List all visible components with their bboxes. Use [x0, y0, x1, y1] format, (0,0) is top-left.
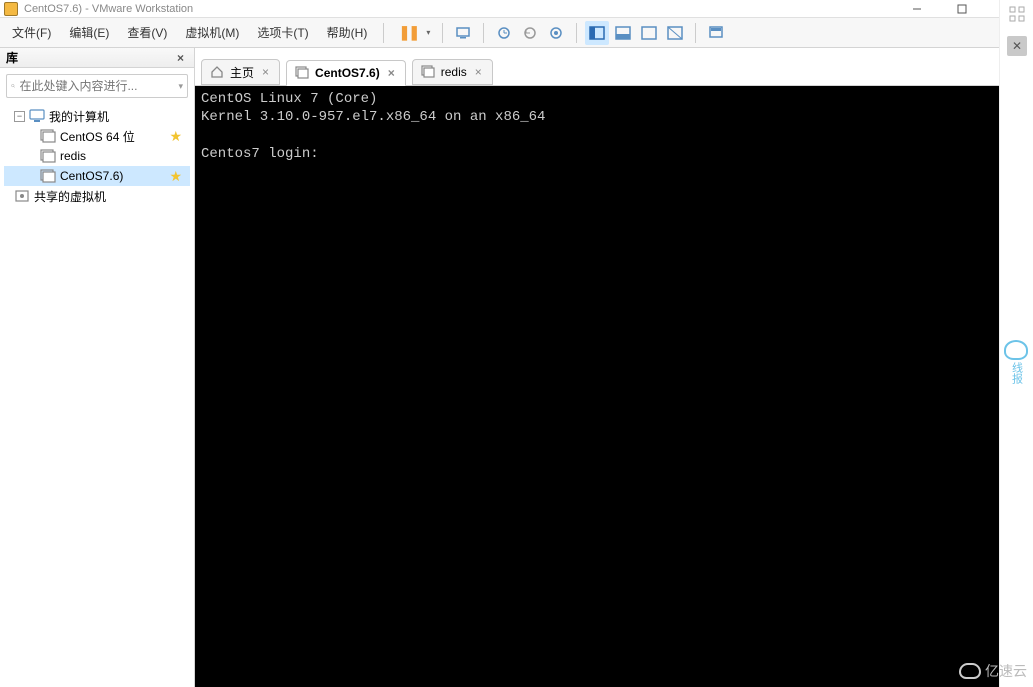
tabbar: 主页 × CentOS7.6) × redis ×: [195, 48, 1033, 86]
view-fullscreen-icon[interactable]: [637, 21, 661, 45]
panel-close-icon[interactable]: ✕: [1007, 36, 1027, 56]
menu-help[interactable]: 帮助(H): [319, 20, 376, 45]
sidebar-title: 库: [6, 49, 18, 66]
favorite-star-icon[interactable]: ★: [169, 128, 182, 145]
snapshot-revert-icon[interactable]: [518, 21, 542, 45]
tree-label: 共享的虚拟机: [34, 188, 106, 205]
search-box[interactable]: ▾: [6, 74, 188, 98]
vm-icon: [40, 149, 56, 163]
tab-label: 主页: [230, 64, 254, 81]
tree-shared-vms[interactable]: 共享的虚拟机: [4, 186, 190, 206]
main-area: 库 × ▾ − 我的计算机 CentOS 64 位 ★: [0, 48, 1033, 687]
tab-label: redis: [441, 65, 467, 79]
menu-file[interactable]: 文件(F): [4, 20, 59, 45]
menu-view[interactable]: 查看(V): [119, 20, 175, 45]
vm-icon: [40, 169, 56, 183]
console-prompt: Centos7 login:: [201, 146, 319, 162]
app-icon: [4, 2, 18, 16]
window-title: CentOS7.6) - VMware Workstation: [24, 3, 193, 15]
menubar: 文件(F) 编辑(E) 查看(V) 虚拟机(M) 选项卡(T) 帮助(H) ❚❚…: [0, 18, 1033, 48]
vm-icon: [40, 129, 56, 143]
home-icon: [210, 65, 224, 79]
tree-item-redis[interactable]: redis: [4, 146, 190, 166]
menu-vm[interactable]: 虚拟机(M): [177, 20, 247, 45]
tab-home[interactable]: 主页 ×: [201, 59, 280, 85]
float-badge[interactable]: 线报: [1001, 340, 1031, 384]
search-input[interactable]: [19, 79, 174, 93]
separator: [695, 23, 696, 43]
snapshot-take-icon[interactable]: [492, 21, 516, 45]
favorite-star-icon[interactable]: ★: [169, 168, 182, 185]
grid-icon[interactable]: [1009, 6, 1025, 25]
cloud-icon: [1004, 340, 1028, 360]
view-thumbnail-icon[interactable]: [611, 21, 635, 45]
titlebar: CentOS7.6) - VMware Workstation: [0, 0, 1033, 18]
sidebar-close-icon[interactable]: ×: [173, 51, 188, 65]
tab-label: CentOS7.6): [315, 66, 380, 80]
tab-centos76[interactable]: CentOS7.6) ×: [286, 60, 406, 86]
send-ctrl-alt-del-icon[interactable]: [451, 21, 475, 45]
shared-icon: [14, 189, 30, 203]
console-line: Kernel 3.10.0-957.el7.x86_64 on an x86_6…: [201, 109, 545, 125]
content-area: 主页 × CentOS7.6) × redis × CentOS Linux 7…: [195, 48, 1033, 687]
tree-collapse-icon[interactable]: −: [14, 111, 25, 122]
vm-console[interactable]: CentOS Linux 7 (Core) Kernel 3.10.0-957.…: [195, 86, 1033, 687]
vm-tree: − 我的计算机 CentOS 64 位 ★ redis: [0, 104, 194, 208]
search-icon: [11, 79, 15, 93]
view-console-icon[interactable]: [704, 21, 728, 45]
tree-item-centos76[interactable]: CentOS7.6) ★: [4, 166, 190, 186]
tab-redis[interactable]: redis ×: [412, 59, 493, 85]
view-unity-icon[interactable]: [663, 21, 687, 45]
snapshot-manager-icon[interactable]: [544, 21, 568, 45]
tab-close-icon[interactable]: ×: [473, 65, 484, 79]
separator: [383, 23, 384, 43]
power-dropdown[interactable]: ▾: [426, 28, 430, 37]
console-line: CentOS Linux 7 (Core): [201, 91, 377, 107]
tree-item-centos64[interactable]: CentOS 64 位 ★: [4, 126, 190, 146]
tree-label: 我的计算机: [49, 108, 109, 125]
tab-close-icon[interactable]: ×: [386, 66, 397, 80]
tab-close-icon[interactable]: ×: [260, 65, 271, 79]
vm-icon: [295, 66, 309, 80]
tree-label: redis: [60, 149, 86, 163]
menu-tabs[interactable]: 选项卡(T): [249, 20, 316, 45]
tree-label: CentOS 64 位: [60, 128, 135, 145]
computer-icon: [29, 109, 45, 123]
vm-icon: [421, 65, 435, 79]
minimize-button[interactable]: [894, 1, 939, 17]
float-badge-text: 线报: [1011, 362, 1022, 384]
sidebar: 库 × ▾ − 我的计算机 CentOS 64 位 ★: [0, 48, 195, 687]
separator: [483, 23, 484, 43]
sidebar-header: 库 ×: [0, 48, 194, 68]
separator: [576, 23, 577, 43]
menu-edit[interactable]: 编辑(E): [61, 20, 117, 45]
maximize-button[interactable]: [939, 1, 984, 17]
view-sidebar-icon[interactable]: [585, 21, 609, 45]
pause-icon[interactable]: ❚❚: [396, 21, 420, 45]
tree-label: CentOS7.6): [60, 169, 123, 183]
separator: [442, 23, 443, 43]
tree-root-my-computer[interactable]: − 我的计算机: [4, 106, 190, 126]
search-dropdown-icon[interactable]: ▾: [178, 81, 183, 92]
